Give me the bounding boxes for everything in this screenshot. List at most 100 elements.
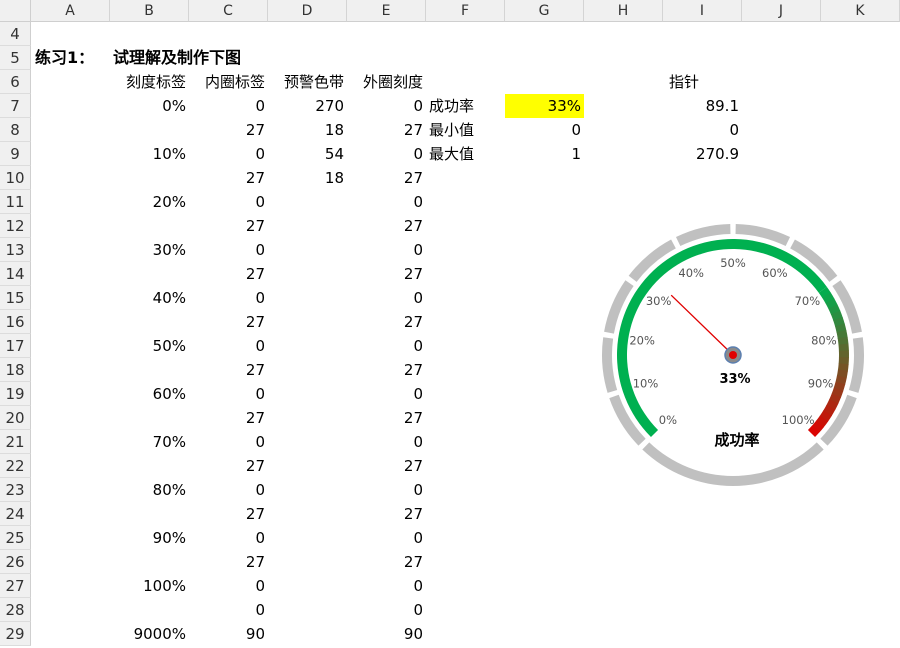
outer-tick-cell[interactable]: 0 bbox=[347, 334, 426, 358]
inner-label-cell[interactable]: 0 bbox=[189, 382, 268, 406]
outer-tick-cell[interactable]: 0 bbox=[347, 238, 426, 262]
header-tick-labels[interactable]: 刻度标签 bbox=[110, 70, 189, 94]
row-header-12[interactable]: 12 bbox=[0, 214, 31, 238]
tick-label-cell[interactable]: 60% bbox=[110, 382, 189, 406]
warning-band-cell[interactable]: 18 bbox=[268, 166, 347, 190]
tick-label-cell[interactable] bbox=[110, 502, 189, 526]
header-pointer[interactable]: 指针 bbox=[584, 70, 784, 94]
inner-label-cell[interactable]: 0 bbox=[189, 430, 268, 454]
select-all-corner[interactable] bbox=[0, 0, 31, 22]
outer-tick-cell[interactable]: 27 bbox=[347, 118, 426, 142]
outer-tick-cell[interactable]: 0 bbox=[347, 382, 426, 406]
tick-label-cell[interactable] bbox=[110, 214, 189, 238]
outer-tick-cell[interactable]: 0 bbox=[347, 598, 426, 622]
outer-tick-cell[interactable]: 27 bbox=[347, 406, 426, 430]
inner-label-cell[interactable]: 0 bbox=[189, 526, 268, 550]
column-header-f[interactable]: F bbox=[426, 0, 505, 22]
inner-label-cell[interactable]: 0 bbox=[189, 94, 268, 118]
column-header-d[interactable]: D bbox=[268, 0, 347, 22]
tick-label-cell[interactable]: 10% bbox=[110, 142, 189, 166]
inner-label-cell[interactable]: 0 bbox=[189, 190, 268, 214]
header-warning-band[interactable]: 预警色带 bbox=[268, 70, 347, 94]
row-header-26[interactable]: 26 bbox=[0, 550, 31, 574]
tick-label-cell[interactable]: 20% bbox=[110, 190, 189, 214]
inner-label-cell[interactable]: 0 bbox=[189, 478, 268, 502]
tick-label-cell[interactable] bbox=[110, 166, 189, 190]
inner-label-cell[interactable]: 27 bbox=[189, 502, 268, 526]
tick-label-cell[interactable] bbox=[110, 310, 189, 334]
column-header-i[interactable]: I bbox=[663, 0, 742, 22]
row-header-23[interactable]: 23 bbox=[0, 478, 31, 502]
outer-tick-cell[interactable]: 0 bbox=[347, 478, 426, 502]
inner-label-cell[interactable]: 0 bbox=[189, 574, 268, 598]
inner-label-cell[interactable]: 27 bbox=[189, 454, 268, 478]
row-header-8[interactable]: 8 bbox=[0, 118, 31, 142]
row-header-24[interactable]: 24 bbox=[0, 502, 31, 526]
column-header-c[interactable]: C bbox=[189, 0, 268, 22]
outer-tick-cell[interactable]: 27 bbox=[347, 502, 426, 526]
tick-label-cell[interactable] bbox=[110, 262, 189, 286]
row-header-21[interactable]: 21 bbox=[0, 430, 31, 454]
row-header-13[interactable]: 13 bbox=[0, 238, 31, 262]
inner-label-cell[interactable]: 90 bbox=[189, 622, 268, 646]
outer-tick-cell[interactable]: 27 bbox=[347, 550, 426, 574]
tick-label-cell[interactable]: 40% bbox=[110, 286, 189, 310]
outer-tick-cell[interactable]: 0 bbox=[347, 286, 426, 310]
inner-label-cell[interactable]: 0 bbox=[189, 286, 268, 310]
tick-label-cell[interactable]: 90% bbox=[110, 526, 189, 550]
success-rate-input-cell[interactable]: 33% bbox=[505, 94, 584, 118]
param-label-min[interactable]: 最小值 bbox=[426, 118, 505, 142]
max-value-cell[interactable]: 1 bbox=[505, 142, 584, 166]
inner-label-cell[interactable]: 0 bbox=[189, 598, 268, 622]
outer-tick-cell[interactable]: 90 bbox=[347, 622, 426, 646]
outer-tick-cell[interactable]: 27 bbox=[347, 454, 426, 478]
gauge-chart[interactable]: 0% 10% 20% 30% 40% 50% 60% 70% 80% 90% 100% 33% 成功… bbox=[600, 222, 870, 492]
row-header-25[interactable]: 25 bbox=[0, 526, 31, 550]
row-header-11[interactable]: 11 bbox=[0, 190, 31, 214]
inner-label-cell[interactable]: 0 bbox=[189, 334, 268, 358]
min-value-cell[interactable]: 0 bbox=[505, 118, 584, 142]
param-label-max[interactable]: 最大值 bbox=[426, 142, 505, 166]
row-header-19[interactable]: 19 bbox=[0, 382, 31, 406]
tick-label-cell[interactable]: 30% bbox=[110, 238, 189, 262]
pointer-rest-cell[interactable]: 270.9 bbox=[663, 142, 742, 166]
outer-tick-cell[interactable]: 0 bbox=[347, 94, 426, 118]
outer-tick-cell[interactable]: 0 bbox=[347, 574, 426, 598]
outer-tick-cell[interactable]: 0 bbox=[347, 190, 426, 214]
outer-tick-cell[interactable]: 27 bbox=[347, 358, 426, 382]
tick-label-cell[interactable]: 50% bbox=[110, 334, 189, 358]
column-header-h[interactable]: H bbox=[584, 0, 663, 22]
row-header-5[interactable]: 5 bbox=[0, 46, 31, 70]
inner-label-cell[interactable]: 27 bbox=[189, 406, 268, 430]
inner-label-cell[interactable]: 0 bbox=[189, 238, 268, 262]
row-header-17[interactable]: 17 bbox=[0, 334, 31, 358]
inner-label-cell[interactable]: 27 bbox=[189, 310, 268, 334]
tick-label-cell[interactable]: 70% bbox=[110, 430, 189, 454]
column-header-b[interactable]: B bbox=[110, 0, 189, 22]
outer-tick-cell[interactable]: 0 bbox=[347, 142, 426, 166]
inner-label-cell[interactable]: 0 bbox=[189, 142, 268, 166]
inner-label-cell[interactable]: 27 bbox=[189, 358, 268, 382]
tick-label-cell[interactable] bbox=[110, 406, 189, 430]
row-header-29[interactable]: 29 bbox=[0, 622, 31, 646]
column-header-e[interactable]: E bbox=[347, 0, 426, 22]
tick-label-cell[interactable]: 0% bbox=[110, 94, 189, 118]
row-header-7[interactable]: 7 bbox=[0, 94, 31, 118]
exercise-title[interactable]: 试理解及制作下图 bbox=[110, 46, 310, 70]
tick-label-cell[interactable]: 9000% bbox=[110, 622, 189, 646]
row-header-27[interactable]: 27 bbox=[0, 574, 31, 598]
tick-label-cell[interactable]: 80% bbox=[110, 478, 189, 502]
header-inner-labels[interactable]: 内圈标签 bbox=[189, 70, 268, 94]
outer-tick-cell[interactable]: 0 bbox=[347, 430, 426, 454]
tick-label-cell[interactable] bbox=[110, 550, 189, 574]
outer-tick-cell[interactable]: 27 bbox=[347, 214, 426, 238]
exercise-label[interactable]: 练习1： bbox=[32, 46, 112, 70]
inner-label-cell[interactable]: 27 bbox=[189, 118, 268, 142]
row-header-15[interactable]: 15 bbox=[0, 286, 31, 310]
tick-label-cell[interactable] bbox=[110, 454, 189, 478]
tick-label-cell[interactable] bbox=[110, 358, 189, 382]
tick-label-cell[interactable]: 100% bbox=[110, 574, 189, 598]
column-header-k[interactable]: K bbox=[821, 0, 900, 22]
row-header-22[interactable]: 22 bbox=[0, 454, 31, 478]
outer-tick-cell[interactable]: 27 bbox=[347, 166, 426, 190]
